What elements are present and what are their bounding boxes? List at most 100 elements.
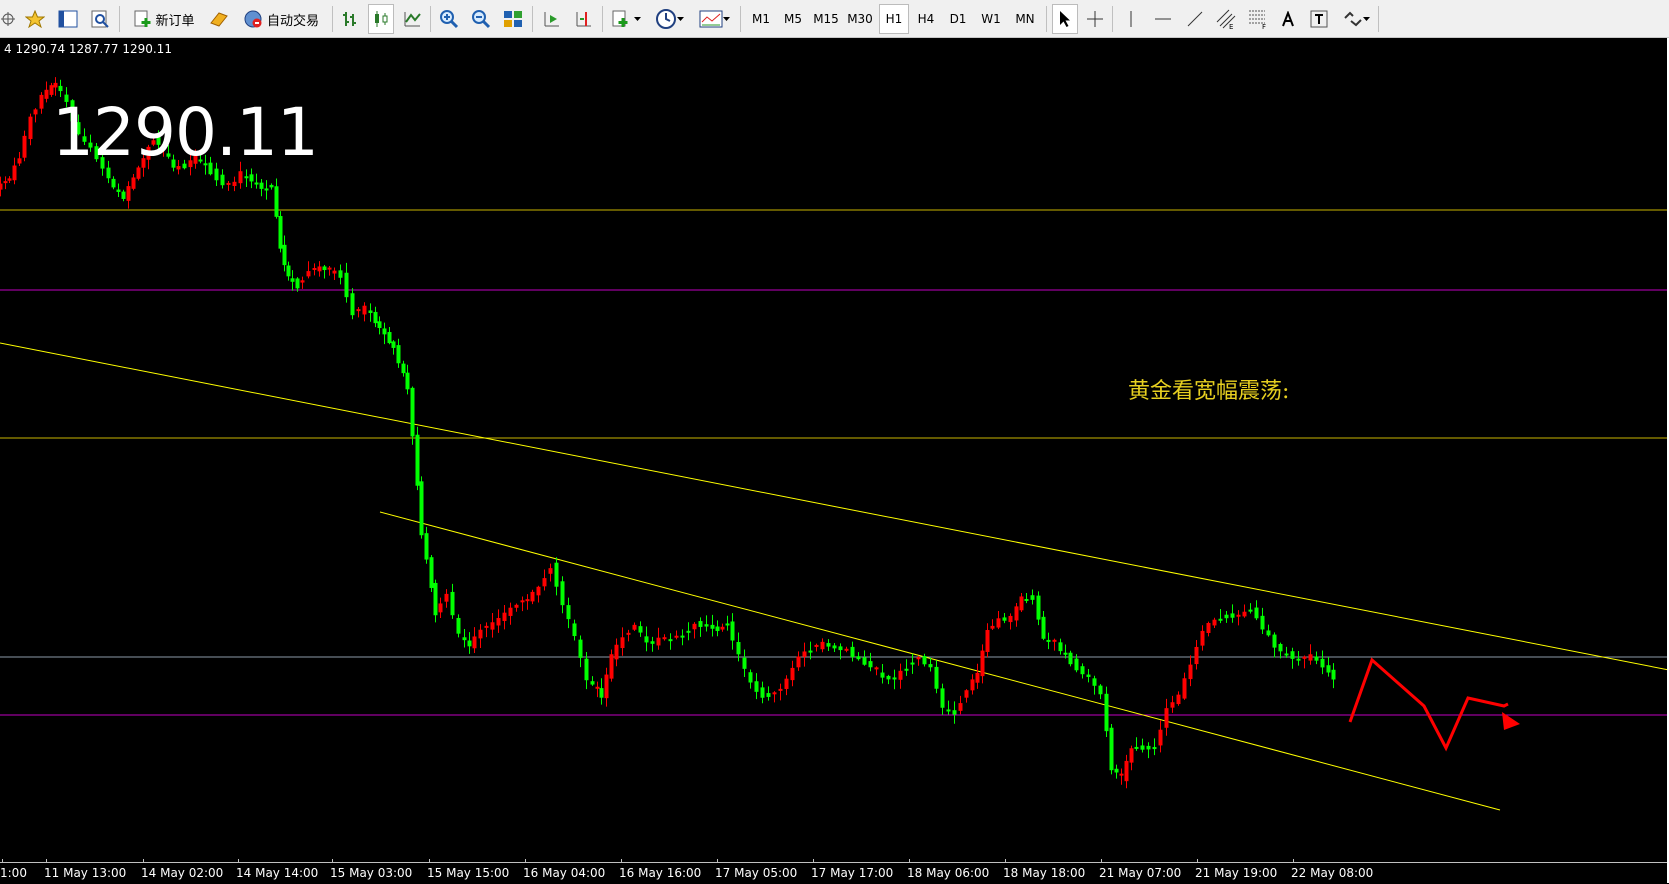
- timeframe-m5-button[interactable]: M5: [778, 4, 808, 34]
- candle-body: [1008, 615, 1013, 623]
- equidistant-channel-tool-icon[interactable]: E: [1212, 4, 1240, 34]
- candle-body: [116, 189, 121, 192]
- candle-body: [1212, 619, 1217, 626]
- periodicity-dropdown-button[interactable]: [650, 4, 688, 34]
- horizontal-line-tool-icon[interactable]: [1150, 4, 1176, 34]
- crosshair-tool-icon[interactable]: [1082, 4, 1108, 34]
- favorites-icon[interactable]: [22, 4, 48, 34]
- candle-body: [1109, 727, 1114, 771]
- chart-annotation-text[interactable]: 黄金看宽幅震荡:: [1128, 373, 1289, 405]
- price-chart[interactable]: 4 1290.74 1287.77 1290.11 1290.11 黄金看宽幅震…: [0, 38, 1669, 884]
- market-watch-icon[interactable]: [55, 4, 81, 34]
- candle-body: [784, 678, 789, 689]
- timeframe-m15-button[interactable]: M15: [810, 4, 842, 34]
- candle-body: [530, 591, 535, 602]
- zoom-out-icon[interactable]: [468, 4, 494, 34]
- candle-body: [802, 651, 807, 657]
- trendline-tool-icon[interactable]: [1182, 4, 1208, 34]
- time-axis-label: 1:00: [0, 866, 27, 880]
- candlestick-chart-icon[interactable]: [368, 4, 394, 34]
- text-tool-icon[interactable]: [1276, 4, 1300, 34]
- candle-body: [874, 667, 879, 670]
- time-axis-label: 18 May 06:00: [907, 866, 990, 880]
- line-chart-icon[interactable]: [400, 4, 424, 34]
- timeframe-h4-button[interactable]: H4: [911, 4, 941, 34]
- expert-advisor-icon[interactable]: [208, 4, 230, 34]
- candle-body: [1314, 656, 1319, 661]
- candle-body: [28, 116, 33, 140]
- candle-body: [980, 650, 985, 677]
- crosshair-move-icon[interactable]: [0, 4, 16, 34]
- candle-body: [662, 637, 667, 640]
- candle-body: [725, 623, 730, 626]
- candle-body: [0, 183, 3, 190]
- candle-body: [3, 181, 8, 184]
- candle-body: [496, 618, 501, 626]
- timeframe-mn-button[interactable]: MN: [1009, 4, 1041, 34]
- new-order-button[interactable]: 新订单: [125, 4, 203, 34]
- candle-body: [424, 533, 429, 560]
- cursor-tool-icon[interactable]: [1052, 4, 1078, 34]
- candle-body: [680, 635, 685, 638]
- candle-body: [1320, 658, 1325, 668]
- candle-body: [614, 644, 619, 660]
- bar-chart-icon[interactable]: [338, 4, 362, 34]
- candle-body: [410, 387, 415, 437]
- arrows-dropdown-button[interactable]: [1338, 4, 1374, 34]
- timeframe-h1-button[interactable]: H1: [879, 4, 909, 34]
- candle-body: [226, 182, 231, 185]
- candle-body: [254, 182, 259, 185]
- templates-dropdown-button[interactable]: [694, 4, 734, 34]
- timeframe-m30-button[interactable]: M30: [844, 4, 876, 34]
- candle-body: [391, 341, 396, 348]
- vertical-line-tool-icon[interactable]: [1118, 4, 1144, 34]
- candle-body: [720, 626, 725, 630]
- candle-body: [362, 305, 367, 315]
- fibonacci-retracement-tool-icon[interactable]: F: [1244, 4, 1272, 34]
- navigator-icon[interactable]: [87, 4, 113, 34]
- candle-body: [1063, 652, 1068, 655]
- time-axis-tick: [46, 859, 47, 863]
- candle-body: [344, 272, 349, 298]
- candle-body: [317, 266, 322, 272]
- tile-windows-icon[interactable]: [500, 4, 526, 34]
- auto-trading-icon: [244, 10, 262, 28]
- time-axis-tick: [621, 859, 622, 863]
- text-label-tool-icon[interactable]: [1306, 4, 1332, 34]
- candle-body: [350, 293, 355, 316]
- candle-body: [1140, 745, 1145, 750]
- candle-body: [928, 664, 933, 668]
- candle-body: [232, 181, 237, 187]
- timeframe-d1-button[interactable]: D1: [943, 4, 973, 34]
- current-price-display: 1290.11: [52, 94, 319, 171]
- candle-body: [862, 657, 867, 665]
- candle-body: [382, 328, 387, 335]
- new-order-icon: [134, 10, 151, 27]
- candle-body: [668, 639, 673, 642]
- candle-body: [964, 690, 969, 698]
- auto-trading-label: 自动交易: [266, 13, 319, 29]
- timeframe-m1-button[interactable]: M1: [746, 4, 776, 34]
- candle-body: [502, 612, 507, 622]
- chart-shift-icon[interactable]: [570, 4, 596, 34]
- candle-body: [1182, 678, 1187, 699]
- timeframe-w1-button[interactable]: W1: [975, 4, 1007, 34]
- candle-body: [7, 178, 12, 181]
- candle-body: [282, 244, 287, 266]
- candle-body: [760, 687, 765, 698]
- candle-body: [520, 600, 525, 603]
- candle-body: [1290, 651, 1295, 659]
- candle-body: [1098, 685, 1103, 695]
- candle-body: [572, 623, 577, 637]
- candle-body: [904, 668, 909, 671]
- auto-trading-button[interactable]: 自动交易: [234, 4, 328, 34]
- time-axis-label: 18 May 18:00: [1003, 866, 1086, 880]
- candle-body: [1129, 748, 1134, 763]
- autoscroll-icon[interactable]: [538, 4, 564, 34]
- candle-body: [850, 646, 855, 658]
- candle-body: [220, 174, 225, 186]
- indicators-dropdown-button[interactable]: [608, 4, 644, 34]
- zoom-in-icon[interactable]: [436, 4, 462, 34]
- candle-body: [844, 648, 849, 651]
- arrows-icon: [1343, 11, 1362, 27]
